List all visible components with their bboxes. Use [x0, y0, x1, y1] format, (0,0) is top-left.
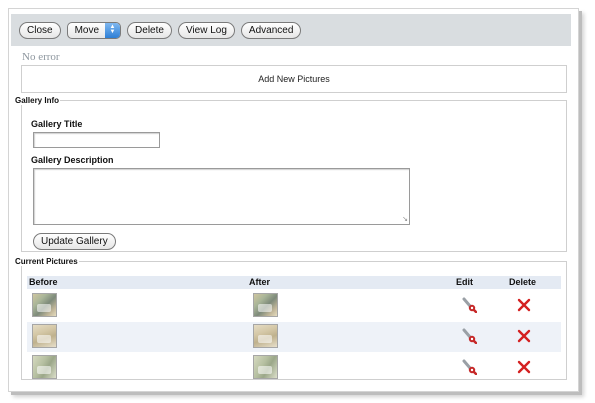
table-row — [27, 291, 561, 321]
red-x-icon[interactable] — [517, 298, 531, 312]
pictures-table-header: Before After Edit Delete — [27, 276, 561, 289]
after-thumbnail[interactable] — [253, 324, 278, 348]
before-thumbnail[interactable] — [32, 293, 57, 317]
wrench-icon[interactable] — [461, 297, 477, 313]
view-log-button[interactable]: View Log — [177, 21, 235, 39]
after-thumbnail[interactable] — [253, 293, 278, 317]
close-button[interactable]: Close — [19, 21, 61, 39]
move-select-label: Move — [74, 24, 100, 36]
gallery-description-label: Gallery Description — [31, 155, 114, 165]
column-header-before: Before — [29, 277, 58, 287]
red-x-icon[interactable] — [517, 329, 531, 343]
toolbar: Close Move ▲ ▼ Delete View Log Advanced — [11, 14, 571, 46]
delete-gallery-button[interactable]: Delete — [127, 21, 172, 39]
gallery-title-input[interactable] — [33, 132, 160, 148]
gallery-info-legend: Gallery Info — [15, 96, 60, 105]
table-row — [27, 353, 561, 383]
move-select[interactable]: Move ▲ ▼ — [66, 21, 122, 39]
column-header-after: After — [249, 277, 271, 287]
current-pictures-section: Current Pictures Before After Edit Delet… — [15, 257, 567, 383]
gallery-title-label: Gallery Title — [31, 119, 83, 129]
column-header-edit: Edit — [456, 277, 473, 287]
resize-grip-icon[interactable]: ↘ — [402, 216, 408, 223]
wrench-icon[interactable] — [461, 328, 477, 344]
current-pictures-legend: Current Pictures — [15, 257, 78, 266]
wrench-icon[interactable] — [461, 359, 477, 375]
table-row — [27, 322, 561, 352]
before-thumbnail[interactable] — [32, 355, 57, 379]
advanced-button[interactable]: Advanced — [240, 21, 302, 39]
column-header-delete: Delete — [509, 277, 537, 287]
add-new-pictures-link[interactable]: Add New Pictures — [21, 65, 567, 93]
select-arrows-icon: ▲ ▼ — [105, 22, 121, 38]
update-gallery-button[interactable]: Update Gallery — [33, 233, 116, 250]
gallery-info-section: Gallery Info Gallery Title Gallery Descr… — [15, 96, 567, 252]
status-message: No error — [22, 51, 60, 63]
after-thumbnail[interactable] — [253, 355, 278, 379]
before-thumbnail[interactable] — [32, 324, 57, 348]
red-x-icon[interactable] — [517, 360, 531, 374]
gallery-description-textarea[interactable]: ↘ — [33, 168, 410, 225]
